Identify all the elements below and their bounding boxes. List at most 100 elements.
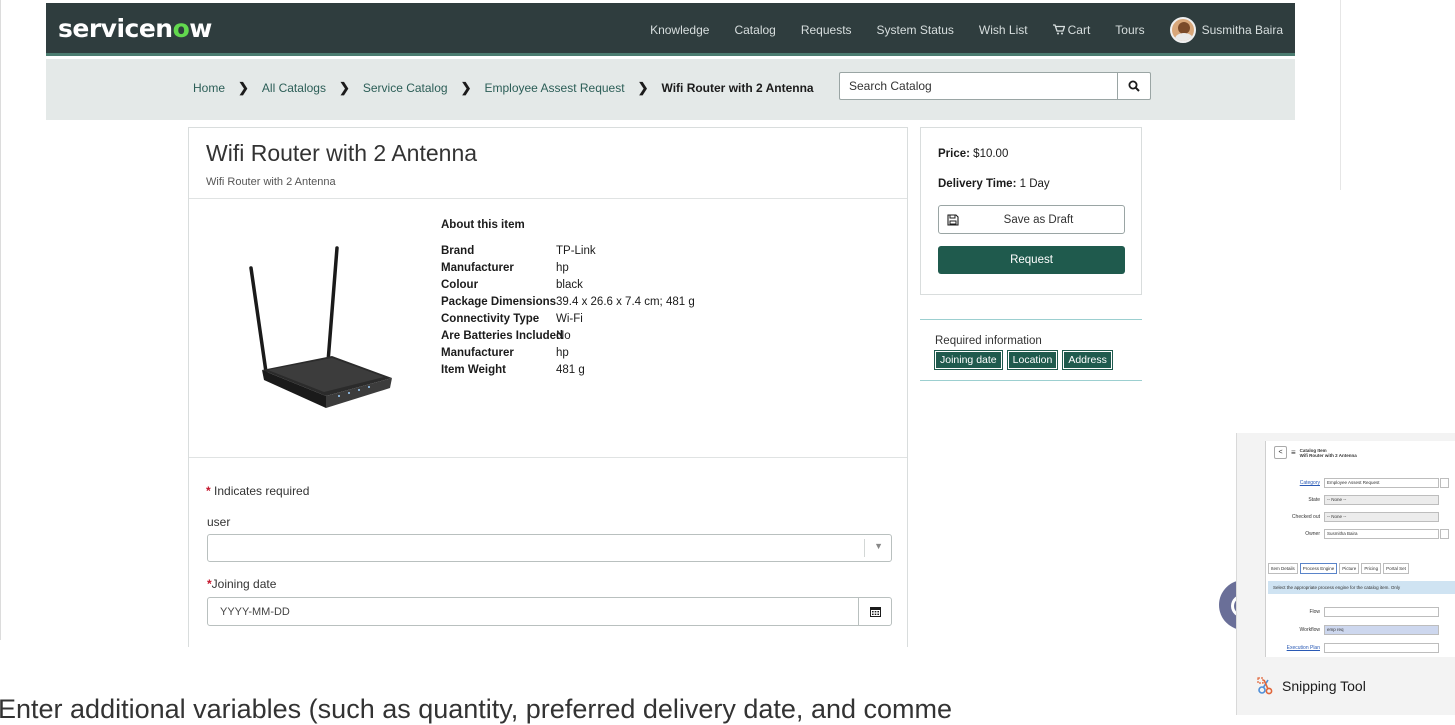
nav-system-status[interactable]: System Status <box>877 23 954 37</box>
required-star: * <box>206 484 211 498</box>
save-icon <box>947 213 959 226</box>
thumb-title-2: Wifi Router with 2 Antenna <box>1299 452 1357 458</box>
delivery-time: Delivery Time: 1 Day <box>938 178 1050 190</box>
required-tag-address[interactable]: Address <box>1062 350 1113 370</box>
catalog-item-card: Wifi Router with 2 Antenna Wifi Router w… <box>188 127 908 647</box>
required-info-title: Required information <box>935 335 1042 347</box>
joining-date-field <box>207 597 892 626</box>
instruction-text: Enter additional variables (such as quan… <box>0 694 953 724</box>
price-label: Price: <box>938 148 970 160</box>
delivery-value: 1 Day <box>1019 178 1050 190</box>
required-tag-location[interactable]: Location <box>1006 350 1059 370</box>
thumb-header: < ≡ Catalog Item Wifi Router with 2 Anten… <box>1274 446 1357 459</box>
spec-list: Brand TP-Link Manufacturer hp Colour black … <box>441 243 695 379</box>
spec-key: Brand <box>441 245 475 257</box>
top-navbar: servicenow Knowledge Catalog Requests Sy… <box>46 3 1295 56</box>
save-as-draft-label: Save as Draft <box>1003 213 1074 226</box>
thumb-row-state: State -- None -- <box>1266 495 1439 505</box>
search-input[interactable] <box>840 73 1117 99</box>
spec-row: Package Dimensions 39.4 x 26.6 x 7.4 cm; … <box>441 294 695 311</box>
menu-icon: ≡ <box>1291 448 1296 457</box>
snipping-tool-label[interactable]: Snipping Tool <box>1257 677 1366 695</box>
about-heading: About this item <box>441 219 525 231</box>
divider <box>189 457 907 458</box>
thumb-field: -- None -- <box>1324 495 1439 505</box>
chevron-right-icon: ❯ <box>460 80 472 95</box>
spec-value: Wi-Fi <box>556 313 583 325</box>
item-title: Wifi Router with 2 Antenna <box>206 140 478 166</box>
price-value: $10.00 <box>973 148 1009 160</box>
order-panel: Price: $10.00 Delivery Time: 1 Day Save … <box>920 127 1142 295</box>
thumb-info-banner: Select the appropriate process engine fo… <box>1268 581 1455 594</box>
thumb-label: Workflow <box>1299 627 1320 633</box>
lookup-icon <box>1440 529 1449 539</box>
nav-tours[interactable]: Tours <box>1115 23 1144 37</box>
joining-date-input[interactable] <box>208 598 858 625</box>
spec-value: black <box>556 279 583 291</box>
breadcrumb-service-catalog[interactable]: Service Catalog <box>363 81 448 95</box>
breadcrumb-current: Wifi Router with 2 Antenna <box>661 81 814 95</box>
save-as-draft-button[interactable]: Save as Draft <box>938 205 1125 234</box>
divider <box>189 198 907 199</box>
back-icon: < <box>1274 446 1287 459</box>
price: Price: $10.00 <box>938 148 1008 160</box>
chevron-down-icon: ▼ <box>874 541 883 551</box>
thumb-field: emp req <box>1324 625 1439 635</box>
snipping-tool-text: Snipping Tool <box>1282 678 1366 694</box>
request-button[interactable]: Request <box>938 246 1125 274</box>
thumb-tab: Picture <box>1339 563 1360 574</box>
snip-thumbnail[interactable]: < ≡ Catalog Item Wifi Router with 2 Anten… <box>1265 441 1455 657</box>
search-catalog <box>839 72 1151 100</box>
breadcrumb-all-catalogs[interactable]: All Catalogs <box>262 81 326 95</box>
thumb-field: -- None -- <box>1324 512 1439 522</box>
spec-value: No <box>556 330 571 342</box>
snipping-tool-popup[interactable]: < ≡ Catalog Item Wifi Router with 2 Anten… <box>1236 433 1455 715</box>
thumb-tab: Portal Set <box>1383 563 1409 574</box>
lookup-icon <box>1440 478 1449 488</box>
thumb-row-owner: Owner Susmitha Baira <box>1266 529 1449 539</box>
required-tags: Joining date Location Address <box>934 350 1113 370</box>
thumb-row-flow: Flow <box>1266 607 1439 617</box>
spec-value: hp <box>556 262 569 274</box>
search-button[interactable] <box>1117 73 1150 99</box>
thumb-tab: Pricing <box>1361 563 1382 574</box>
joining-date-label-text: Joining date <box>211 577 277 591</box>
required-note-text: Indicates required <box>214 484 310 498</box>
required-note: * Indicates required <box>206 484 309 498</box>
chevron-right-icon: ❯ <box>338 80 350 95</box>
nav-wish-list[interactable]: Wish List <box>979 23 1028 37</box>
servicenow-logo[interactable]: servicenow <box>58 14 212 43</box>
spec-row: Are Batteries Included No <box>441 328 695 345</box>
nav-cart[interactable]: Cart <box>1052 23 1090 37</box>
thumb-label: Flow <box>1309 609 1320 615</box>
thumb-field: Susmitha Baira <box>1324 529 1439 539</box>
thumb-label: Checked out <box>1291 514 1320 520</box>
select-separator <box>864 539 865 557</box>
item-subtitle: Wifi Router with 2 Antenna <box>206 176 336 188</box>
nav-knowledge[interactable]: Knowledge <box>650 23 709 37</box>
breadcrumb: Home ❯ All Catalogs ❯ Service Catalog ❯ … <box>193 80 814 96</box>
thumb-label: Owner <box>1305 531 1320 537</box>
spec-value: hp <box>556 347 569 359</box>
thumb-row-category: Category Employee Assest Request <box>1266 478 1449 488</box>
spec-row: Manufacturer hp <box>441 260 695 277</box>
nav-requests[interactable]: Requests <box>801 23 852 37</box>
chevron-right-icon: ❯ <box>637 80 649 95</box>
thumb-field <box>1324 643 1439 653</box>
nav-catalog[interactable]: Catalog <box>734 23 775 37</box>
breadcrumb-employee-request[interactable]: Employee Assest Request <box>484 81 624 95</box>
thumb-label: Category <box>1299 480 1320 486</box>
user-select[interactable]: ▼ <box>207 534 892 562</box>
spec-value: TP-Link <box>556 245 596 257</box>
spec-row: Manufacturer hp <box>441 345 695 362</box>
calendar-button[interactable] <box>858 598 891 625</box>
user-menu[interactable]: Susmitha Baira <box>1169 16 1283 43</box>
required-tag-joining-date[interactable]: Joining date <box>934 350 1003 370</box>
thumb-tabs: Item Details Process Engine Picture Pric… <box>1268 563 1409 574</box>
frame-right-border <box>1340 0 1341 190</box>
user-field-label: user <box>207 515 231 529</box>
spec-key: Connectivity Type <box>441 313 540 325</box>
thumb-label: Execution Plan <box>1286 645 1320 651</box>
spec-row: Connectivity Type Wi-Fi <box>441 311 695 328</box>
breadcrumb-home[interactable]: Home <box>193 81 225 95</box>
